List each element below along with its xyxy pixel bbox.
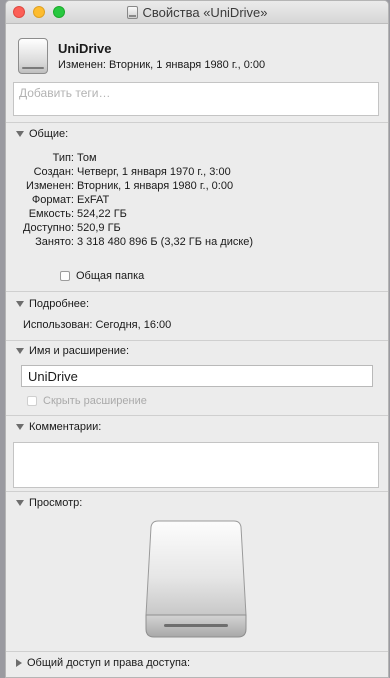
section-name-extension[interactable]: Имя и расширение: [16,345,129,357]
last-used: Использован: Сегодня, 16:00 [23,319,172,331]
hide-extension-checkbox [27,396,37,406]
hide-extension-row: Скрыть расширение [27,395,147,407]
section-comments[interactable]: Комментарии: [16,421,101,433]
row-value: Вторник, 1 января 1980 г., 0:00 [77,180,234,192]
row-value: ExFAT [77,194,110,206]
disclosure-triangle-icon[interactable] [16,131,24,137]
info-row-available: Доступно: 520,9 ГБ [6,222,388,236]
row-label: Тип: [52,152,74,164]
section-comments-title: Комментарии: [29,421,102,433]
divider [6,340,388,341]
row-value: Том [77,152,97,164]
row-label: Доступно: [22,222,74,234]
row-value: 524,22 ГБ [77,208,127,220]
row-label: Изменен: [26,180,74,192]
window-title: Свойства «UniDrive» [142,4,268,20]
info-row-used: Занято: 3 318 480 896 Б (3,32 ГБ на диск… [6,236,388,250]
row-value: 520,9 ГБ [77,222,121,234]
divider [6,291,388,292]
title-bar[interactable]: Свойства «UniDrive» [6,1,388,24]
external-drive-icon [144,519,248,639]
divider [6,651,388,652]
section-preview[interactable]: Просмотр: [16,497,82,509]
external-drive-icon [18,38,48,74]
disclosure-triangle-icon[interactable] [16,301,24,307]
row-label: Создан: [33,166,74,178]
item-name: UniDrive [58,41,112,56]
divider [6,415,388,416]
info-row-format: Формат: ExFAT [6,194,388,208]
section-preview-title: Просмотр: [29,497,83,509]
info-row-capacity: Емкость: 524,22 ГБ [6,208,388,222]
row-label: Формат: [31,194,74,206]
name-field-value: UniDrive [28,369,78,384]
section-sharing-title: Общий доступ и права доступа: [27,657,191,669]
shared-folder-label: Общая папка [76,270,145,282]
disclosure-triangle-icon[interactable] [16,500,24,506]
disclosure-triangle-icon[interactable] [16,659,22,667]
tags-placeholder: Добавить теги… [19,86,111,100]
name-field[interactable]: UniDrive [21,365,373,387]
info-row-type: Тип: Том [6,152,388,166]
disclosure-triangle-icon[interactable] [16,348,24,354]
divider [6,122,388,123]
section-name-extension-title: Имя и расширение: [29,345,130,357]
drive-icon [126,5,138,19]
section-general-title: Общие: [29,128,69,140]
item-modified: Изменен: Вторник, 1 января 1980 г., 0:00 [58,59,266,71]
comments-field[interactable] [13,442,379,488]
row-label: Занято: [35,236,74,248]
hide-extension-label: Скрыть расширение [43,395,147,407]
info-window: Свойства «UniDrive» UniDrive Изменен: Вт… [5,0,389,678]
disclosure-triangle-icon[interactable] [16,424,24,430]
shared-folder-checkbox[interactable] [60,271,70,281]
section-more-info[interactable]: Подробнее: [16,298,89,310]
shared-folder-row[interactable]: Общая папка [60,270,144,282]
info-row-modified: Изменен: Вторник, 1 января 1980 г., 0:00 [6,180,388,194]
section-more-info-title: Подробнее: [29,298,90,310]
section-sharing[interactable]: Общий доступ и права доступа: [16,657,190,669]
info-row-created: Создан: Четверг, 1 января 1970 г., 3:00 [6,166,388,180]
divider [6,491,388,492]
row-value: 3 318 480 896 Б (3,32 ГБ на диске) [77,236,254,248]
section-general[interactable]: Общие: [16,128,68,140]
info-header: UniDrive Изменен: Вторник, 1 января 1980… [6,24,388,80]
row-value: Четверг, 1 января 1970 г., 3:00 [77,166,231,178]
tags-field[interactable]: Добавить теги… [13,82,379,116]
row-label: Емкость: [28,208,74,220]
